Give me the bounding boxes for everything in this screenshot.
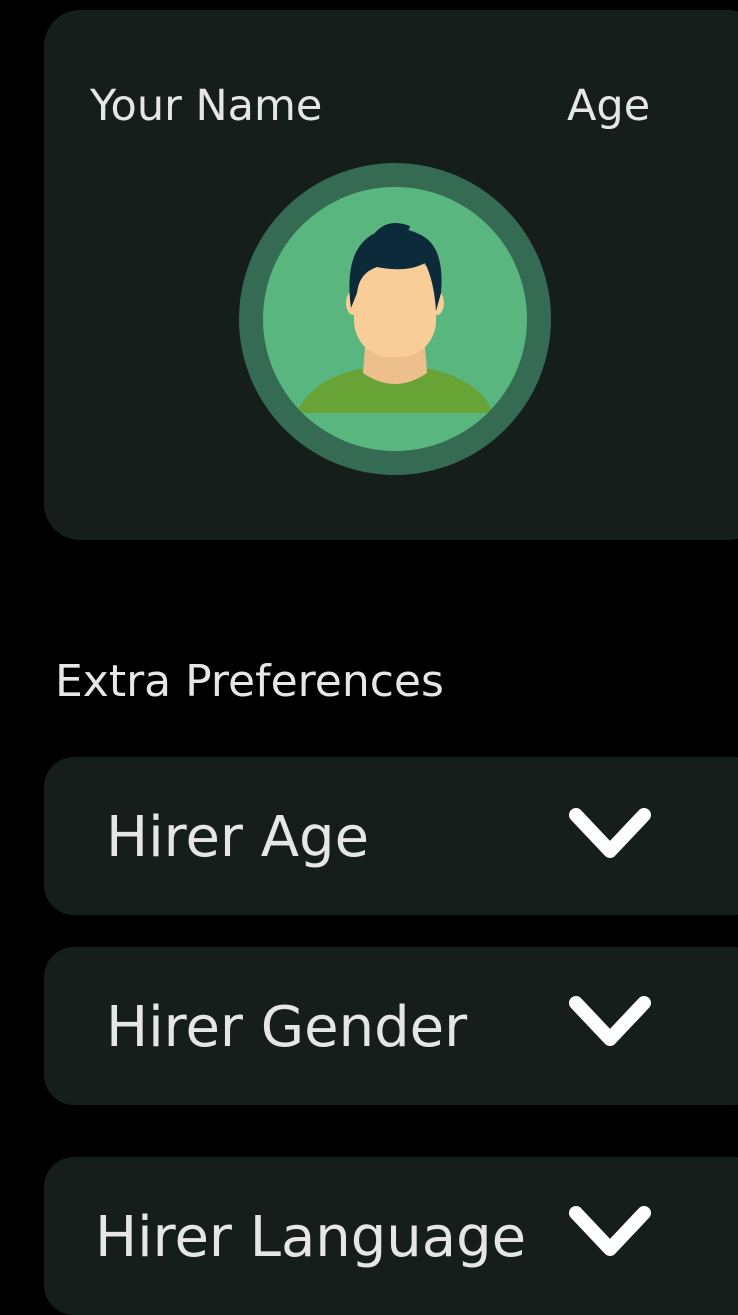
dropdown-label: Hirer Language: [95, 1205, 527, 1270]
user-avatar-icon: [239, 163, 551, 475]
hirer-language-dropdown[interactable]: Hirer Language: [44, 1157, 738, 1315]
your-name-field[interactable]: Your Name: [90, 78, 322, 134]
avatar[interactable]: [239, 163, 551, 475]
profile-card: Your Name Age: [44, 10, 738, 540]
dropdown-label: Hirer Age: [106, 805, 370, 870]
extra-preferences-heading: Extra Preferences: [55, 656, 444, 707]
chevron-down-icon[interactable]: [568, 807, 652, 863]
age-field[interactable]: Age: [567, 78, 650, 134]
hirer-gender-dropdown[interactable]: Hirer Gender: [44, 947, 738, 1105]
hirer-age-dropdown[interactable]: Hirer Age: [44, 757, 738, 915]
dropdown-label: Hirer Gender: [106, 995, 468, 1060]
chevron-down-icon[interactable]: [568, 1205, 652, 1261]
chevron-down-icon[interactable]: [568, 995, 652, 1051]
